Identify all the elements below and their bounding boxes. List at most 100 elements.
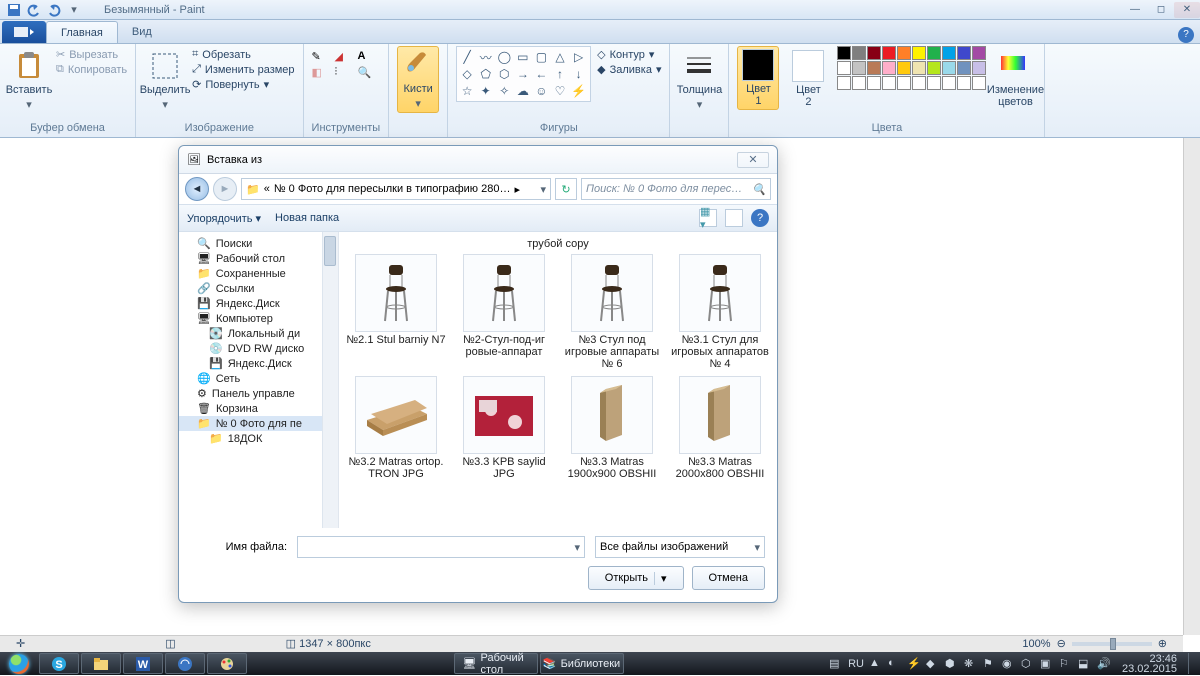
tree-item[interactable]: 🌐Сеть <box>179 371 338 386</box>
select-button[interactable]: Выделить ▾ <box>144 46 186 111</box>
rotate-button[interactable]: ⟳Повернуть▾ <box>192 78 294 91</box>
nav-back-button[interactable]: ◄ <box>185 177 209 201</box>
color-swatch[interactable] <box>942 61 956 75</box>
qat-dropdown-icon[interactable]: ▾ <box>66 2 82 18</box>
file-tab[interactable] <box>2 21 46 43</box>
vertical-scrollbar[interactable] <box>1183 138 1200 635</box>
color-swatch[interactable] <box>852 61 866 75</box>
color1-button[interactable]: Цвет 1 <box>737 46 779 110</box>
color-swatch[interactable] <box>912 61 926 75</box>
file-thumb[interactable]: №3.3 Matras 1900х900 OBSHII <box>561 376 663 480</box>
fill-icon[interactable]: ◢ <box>335 50 355 63</box>
open-button[interactable]: Открыть▾ <box>588 566 684 590</box>
cancel-button[interactable]: Отмена <box>692 566 765 590</box>
color-swatch[interactable] <box>927 61 941 75</box>
color-swatch[interactable] <box>837 46 851 60</box>
breadcrumb[interactable]: 📁 « № 0 Фото для пересылки в типографию … <box>241 178 551 200</box>
pencil-icon[interactable]: ✎ <box>312 50 332 63</box>
fill-shape-button[interactable]: ◆Заливка▾ <box>597 63 661 76</box>
task-skype[interactable]: S <box>39 653 79 674</box>
task-paint[interactable] <box>207 653 247 674</box>
file-thumb[interactable]: №2.1 Stul barniy N7 <box>345 254 447 370</box>
close-button[interactable]: ✕ <box>1174 2 1200 18</box>
tree-item[interactable]: 💽Локальный ди <box>179 326 338 341</box>
color-swatch[interactable] <box>957 61 971 75</box>
file-thumb[interactable]: №3 Стул под игровые аппараты № 6 <box>561 254 663 370</box>
color-swatch[interactable] <box>927 46 941 60</box>
color-swatch[interactable] <box>837 61 851 75</box>
folder-tree[interactable]: 🔍Поиски🖥Рабочий стол📁Сохраненные🔗Ссылки 💾… <box>179 232 339 528</box>
file-thumb[interactable]: №3.1 Стул для игровых аппаратов № 4 <box>669 254 771 370</box>
tree-item[interactable]: 🔍Поиски <box>179 236 338 251</box>
file-list[interactable]: трубой сору №2.1 Stul barniy N7№2-Стул-п… <box>339 232 777 528</box>
refresh-button[interactable]: ↻ <box>555 178 577 200</box>
dialog-close-button[interactable]: ✕ <box>737 152 769 168</box>
file-thumb[interactable]: №3.3 Matras 2000х800 OBSHII <box>669 376 771 480</box>
horizontal-scrollbar[interactable] <box>0 635 1183 652</box>
file-thumb[interactable]: №3.2 Matras ortop. TRON JPG <box>345 376 447 480</box>
color-swatch[interactable] <box>882 46 896 60</box>
color-swatch[interactable] <box>867 61 881 75</box>
task-libraries[interactable]: 📚Библиотеки <box>540 653 624 674</box>
color-swatch[interactable] <box>867 76 881 90</box>
organize-button[interactable]: Упорядочить ▾ <box>187 212 261 225</box>
tree-scrollbar[interactable] <box>322 232 338 528</box>
task-desktop[interactable]: 🖥Рабочий стол <box>454 653 538 674</box>
color-swatch[interactable] <box>852 46 866 60</box>
task-explorer[interactable] <box>81 653 121 674</box>
paste-button[interactable]: Вставить ▾ <box>8 46 50 111</box>
color-swatch[interactable] <box>912 46 926 60</box>
tray-clock[interactable]: 23:46 23.02.2015 <box>1116 654 1183 674</box>
color-swatch[interactable] <box>972 46 986 60</box>
tree-item[interactable]: 🖥Компьютер <box>179 311 338 326</box>
color-swatch[interactable] <box>867 46 881 60</box>
task-word[interactable]: W <box>123 653 163 674</box>
search-input[interactable]: Поиск: № 0 Фото для перес… 🔍 <box>581 178 771 200</box>
filename-input[interactable]: ▾ <box>297 536 585 558</box>
tree-item[interactable]: 💿DVD RW диско <box>179 341 338 356</box>
color-swatch[interactable] <box>927 76 941 90</box>
tab-view[interactable]: Вид <box>118 21 166 43</box>
color-palette[interactable] <box>837 46 986 90</box>
file-thumb[interactable]: №3.3 KPB saylid JPG <box>453 376 555 480</box>
show-desktop-button[interactable] <box>1188 653 1196 674</box>
redo-icon[interactable] <box>46 2 62 18</box>
color-swatch[interactable] <box>897 76 911 90</box>
system-tray[interactable]: ▤ RU ▲ ◐ ⚡ ◆ ⬢ ❋ ⚑ ◉ ⬡ ▣ ⚐ ⬓ 🔊 23:46 23.… <box>829 653 1200 674</box>
filter-select[interactable]: Все файлы изображений▾ <box>595 536 765 558</box>
undo-icon[interactable] <box>26 2 42 18</box>
maximize-button[interactable]: ◻ <box>1148 2 1174 18</box>
new-folder-button[interactable]: Новая папка <box>275 212 339 224</box>
help-icon[interactable]: ? <box>1178 27 1194 43</box>
eraser-icon[interactable]: ◧ <box>312 66 332 79</box>
color-swatch[interactable] <box>882 76 896 90</box>
color-swatch[interactable] <box>972 61 986 75</box>
tree-item[interactable]: 🗑Корзина <box>179 401 338 416</box>
start-button[interactable] <box>0 652 38 675</box>
tree-item[interactable]: ⚙Панель управле <box>179 386 338 401</box>
tree-item[interactable]: 🖥Рабочий стол <box>179 251 338 266</box>
color-swatch[interactable] <box>897 61 911 75</box>
tree-item[interactable]: 🔗Ссылки <box>179 281 338 296</box>
tree-item[interactable]: 📁Сохраненные <box>179 266 338 281</box>
save-icon[interactable] <box>6 2 22 18</box>
color-swatch[interactable] <box>957 76 971 90</box>
color-swatch[interactable] <box>912 76 926 90</box>
file-thumb[interactable]: №2-Стул-под-иг ровые-аппарат <box>453 254 555 370</box>
color-swatch[interactable] <box>972 76 986 90</box>
brushes-button[interactable]: Кисти ▾ <box>397 46 439 113</box>
color-swatch[interactable] <box>897 46 911 60</box>
task-browser[interactable] <box>165 653 205 674</box>
crop-button[interactable]: ⌗Обрезать <box>192 48 294 61</box>
tree-item[interactable]: 💾Яндекс.Диск <box>179 356 338 371</box>
color-swatch[interactable] <box>837 76 851 90</box>
color2-button[interactable]: Цвет 2 <box>787 46 829 108</box>
minimize-button[interactable]: — <box>1122 2 1148 18</box>
tree-item[interactable]: 📁№ 0 Фото для пе <box>179 416 338 431</box>
edit-colors-button[interactable]: Изменение цветов <box>994 46 1036 108</box>
color-swatch[interactable] <box>957 46 971 60</box>
view-button[interactable]: ▦ ▾ <box>699 209 717 227</box>
color-swatch[interactable] <box>882 61 896 75</box>
dialog-help-icon[interactable]: ? <box>751 209 769 227</box>
shapes-gallery[interactable]: ╱〰◯▭▢△▷ ◇⬠⬡→←↑↓ ☆✦✧☁☺♡⚡ <box>456 46 591 102</box>
